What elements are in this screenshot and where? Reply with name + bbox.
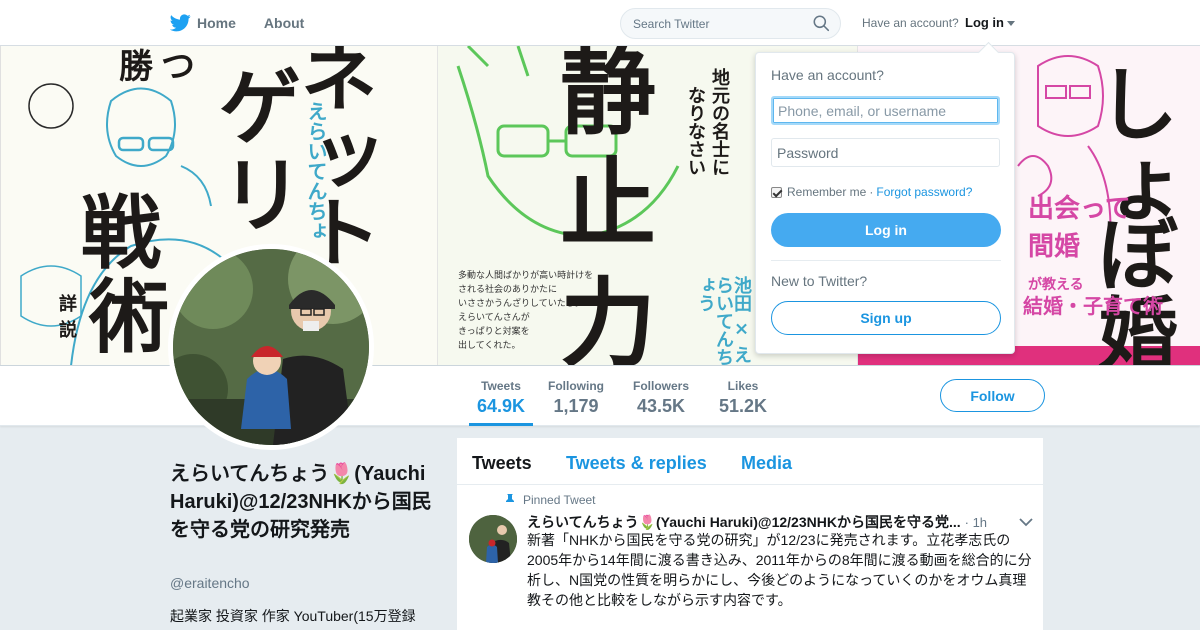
tab-media[interactable]: Media xyxy=(741,453,792,474)
tweet-text: 新著「NHKから国民を守る党の研究」が12/23に発売されます。立花孝志氏の20… xyxy=(527,532,1032,608)
stat-value: 43.5K xyxy=(636,396,686,416)
banner-text: 詳 xyxy=(59,294,77,315)
pinned-tweet-context: Pinned Tweet xyxy=(505,493,596,507)
banner-text: 地元の名士に xyxy=(709,68,730,176)
banner-text: 結婚・子育て術 xyxy=(1023,294,1163,318)
stat-value: 51.2K xyxy=(718,396,768,416)
stat-label: Following xyxy=(548,379,604,393)
pinned-tweet-label: Pinned Tweet xyxy=(523,493,596,507)
banner-text: 術 xyxy=(89,271,169,364)
profile-handle[interactable]: @eraitencho xyxy=(170,575,250,591)
banner-text: 間婚 xyxy=(1028,232,1081,262)
banner-text: が教える xyxy=(1028,277,1084,293)
remember-me-checkbox[interactable] xyxy=(771,186,782,198)
svg-text:きっぱりと対案を: きっぱりと対案を xyxy=(458,325,530,337)
tweet-avatar-photo xyxy=(469,515,517,563)
username-field[interactable] xyxy=(771,96,1000,125)
login-dropdown-heading: Have an account? xyxy=(771,67,884,83)
banner-text: つ xyxy=(161,47,195,87)
avatar-photo xyxy=(173,249,369,445)
banner-text: ぼ xyxy=(1098,209,1178,302)
profile-bio: 起業家 投資家 作家 YouTuber(15万登録 xyxy=(170,608,416,624)
top-navigation-bar: Home About Have an account? Log in xyxy=(0,0,1200,46)
stat-likes[interactable]: Likes 51.2K xyxy=(718,366,768,426)
banner-text: 池田 × えらいてんちょう xyxy=(695,276,752,366)
new-to-twitter-text: New to Twitter? xyxy=(771,273,868,289)
banner-text: 止 xyxy=(560,148,656,260)
chevron-down-icon[interactable] xyxy=(1019,518,1033,527)
forgot-password-link[interactable]: Forgot password? xyxy=(876,185,972,199)
search-box xyxy=(620,8,841,39)
banner-text: 静 xyxy=(560,46,656,148)
signup-button[interactable]: Sign up xyxy=(771,301,1001,335)
login-button[interactable]: Log in xyxy=(771,213,1001,247)
have-account-text: Have an account? xyxy=(862,16,959,30)
separator-dot: · xyxy=(869,185,874,199)
search-icon[interactable] xyxy=(813,15,830,32)
tweet-header: えらいてんちょう🌷(Yauchi Haruki)@12/23NHKから国民を守る… xyxy=(527,512,1027,532)
stat-label: Followers xyxy=(632,379,689,393)
twitter-bird-icon xyxy=(170,14,191,32)
tab-tweets[interactable]: Tweets xyxy=(472,453,532,474)
login-dropdown: Have an account? Remember me · Forgot pa… xyxy=(755,52,1015,354)
stat-value: 1,179 xyxy=(553,396,599,416)
banner-text: 出会って xyxy=(1028,194,1131,224)
dropdown-divider xyxy=(771,260,1001,261)
profile-display-name: えらいてんちょう🌷(Yauchi Haruki)@12/23NHKから国民を守る… xyxy=(170,463,432,541)
tweet-timestamp[interactable]: · 1h xyxy=(965,515,987,530)
banner-text: 説 xyxy=(59,320,77,341)
nav-about-link[interactable]: About xyxy=(264,15,304,31)
banner-text: えらいてんちょ xyxy=(304,101,328,241)
banner-text: 勝 xyxy=(119,47,153,87)
nav-about-label: About xyxy=(263,15,305,31)
banner-text: 力 xyxy=(560,268,656,366)
tweet-author-name[interactable]: えらいてんちょう🌷(Yauchi Haruki)@12/23NHKから国民を守る… xyxy=(527,512,961,532)
pin-icon xyxy=(506,494,514,506)
stat-label: Tweets xyxy=(481,379,521,393)
banner-text: なりなさい xyxy=(685,86,706,176)
stat-label: Likes xyxy=(727,379,759,393)
banner-text: ゲ xyxy=(219,61,302,156)
nav-left-group: Home About xyxy=(170,0,332,46)
login-dropdown-toggle[interactable]: Log in xyxy=(965,15,1015,30)
tweet-author-avatar[interactable] xyxy=(469,515,517,563)
stat-value: 64.9K xyxy=(476,396,526,416)
svg-text:される社会のありかたに: される社会のありかたに xyxy=(458,283,557,295)
tab-tweets-and-replies[interactable]: Tweets & replies xyxy=(566,453,707,474)
svg-text:えらいてんさんが: えらいてんさんが xyxy=(458,311,530,323)
password-field[interactable] xyxy=(771,138,1000,167)
banner-text: 戦 xyxy=(81,187,161,280)
banner-text: リ xyxy=(221,149,304,244)
profile-avatar[interactable] xyxy=(168,244,374,450)
search-input[interactable] xyxy=(633,9,803,38)
stat-tweets[interactable]: Tweets 64.9K xyxy=(469,366,533,426)
timeline: Tweets Tweets & replies Media Pinned Twe… xyxy=(456,437,1045,630)
chevron-down-icon xyxy=(1007,21,1015,26)
remember-me-row: Remember me · Forgot password? xyxy=(771,185,972,199)
nav-home-link[interactable]: Home xyxy=(170,14,236,32)
stat-following[interactable]: Following 1,179 xyxy=(547,366,605,426)
svg-text:出してくれた。: 出してくれた。 xyxy=(458,339,520,351)
login-toggle-label: Log in xyxy=(965,15,1004,30)
banner-text: し xyxy=(1098,59,1178,152)
remember-me-label: Remember me xyxy=(787,185,867,199)
timeline-tabs: Tweets Tweets & replies Media xyxy=(457,438,1045,485)
stat-followers[interactable]: Followers 43.5K xyxy=(632,366,690,426)
nav-home-label: Home xyxy=(197,15,236,31)
follow-button[interactable]: Follow xyxy=(940,379,1045,412)
